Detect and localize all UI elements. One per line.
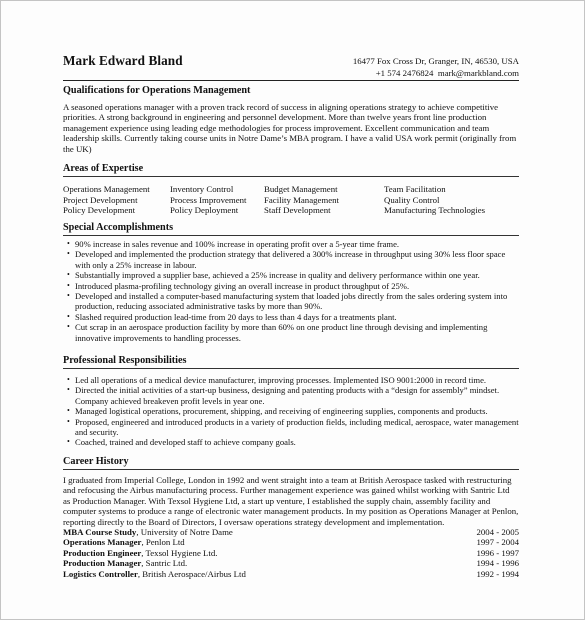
responsibilities-list: Led all operations of a medical device m…: [63, 375, 519, 448]
job-org: , Penlon Ltd: [141, 537, 185, 548]
job-years: 1997 - 2004: [476, 537, 519, 548]
expertise-column: Inventory Control Process Improvement Po…: [170, 184, 246, 216]
expertise-item: Manufacturing Technologies: [384, 205, 486, 215]
list-item: Developed and installed a computer-based…: [63, 291, 519, 312]
phone-email-line: +1 574 2476824 mark@markbland.com: [353, 67, 519, 79]
job-row: Production Manager, Santric Ltd. 1994 - …: [63, 558, 519, 568]
expertise-item: Facility Management: [264, 194, 339, 205]
section-heading-expertise: Areas of Expertise: [63, 163, 519, 177]
phone: +1 574 2476824: [375, 68, 434, 78]
list-item: Substantially improved a supplier base, …: [63, 270, 519, 281]
qualifications-summary: A seasoned operations manager with a pro…: [63, 102, 517, 154]
expertise-item: Project Development: [63, 194, 138, 205]
qualifications-title: Qualifications for Operations Management: [63, 85, 251, 96]
job-role: MBA Course Study: [63, 527, 137, 537]
job-org: , University of Notre Dame: [136, 527, 233, 537]
job-years: 1996 - 1997: [476, 547, 519, 558]
section-heading-career: Career History: [63, 456, 519, 470]
list-item: Managed logistical operations, procureme…: [63, 406, 519, 417]
job-org: , Santric Ltd.: [141, 558, 188, 569]
expertise-item: Process Improvement: [170, 194, 247, 205]
job-row: Operations Manager, Penlon Ltd 1997 - 20…: [63, 537, 519, 547]
list-item: Introduced plasma-profiling technology g…: [63, 281, 519, 292]
list-item: 90% increase in sales revenue and 100% i…: [63, 239, 519, 250]
job-role: Production Engineer: [63, 547, 142, 558]
job-list: MBA Course Study, University of Notre Da…: [63, 527, 519, 579]
expertise-item: Policy Deployment: [170, 205, 239, 215]
job-org: , British Aerospace/Airbus Ltd: [137, 568, 246, 579]
list-item: Cut scrap in an aerospace production fac…: [63, 322, 519, 343]
expertise-column: Team Facilitation Quality Control Manufa…: [384, 184, 485, 216]
expertise-item: Budget Management: [264, 184, 338, 194]
section-heading-responsibilities: Professional Responsibilities: [63, 355, 519, 369]
expertise-column: Operations Management Project Developmen…: [63, 184, 150, 216]
expertise-item: Staff Development: [264, 205, 331, 215]
accomplishments-list: 90% increase in sales revenue and 100% i…: [63, 239, 519, 343]
career-summary: I graduated from Imperial College, Londo…: [63, 475, 519, 527]
expertise-item: Inventory Control: [170, 184, 234, 194]
expertise-item: Team Facilitation: [384, 184, 446, 194]
list-item: Developed and implemented the production…: [63, 249, 519, 270]
candidate-name: Mark Edward Bland: [63, 53, 183, 68]
email-link[interactable]: mark@markbland.com: [438, 68, 519, 78]
job-years: 2004 - 2005: [476, 527, 519, 537]
list-item: Directed the initial activities of a sta…: [63, 385, 519, 406]
expertise-item: Operations Management: [63, 184, 150, 194]
job-role: Operations Manager: [63, 537, 142, 548]
job-org: , Texsol Hygiene Ltd.: [141, 547, 218, 558]
job-row: MBA Course Study, University of Notre Da…: [63, 527, 519, 537]
job-years: 1994 - 1996: [476, 558, 519, 569]
list-item: Led all operations of a medical device m…: [63, 375, 519, 386]
contact-block: 16477 Fox Cross Dr, Granger, IN, 46530, …: [353, 55, 519, 79]
job-role: Production Manager: [63, 558, 142, 569]
list-item: Proposed, engineered and introduced prod…: [63, 417, 519, 438]
job-role: Logistics Controller: [63, 568, 138, 579]
resume-page: Mark Edward Bland 16477 Fox Cross Dr, Gr…: [0, 0, 585, 620]
address: 16477 Fox Cross Dr, Granger, IN, 46530, …: [352, 56, 519, 66]
expertise-item: Policy Development: [63, 205, 136, 215]
expertise-item: Quality Control: [384, 194, 440, 205]
job-years: 1992 - 1994: [476, 568, 519, 579]
list-item: Slashed required production lead-time fr…: [63, 312, 519, 323]
resume-header: Mark Edward Bland 16477 Fox Cross Dr, Gr…: [63, 53, 519, 81]
section-heading-accomplishments: Special Accomplishments: [63, 222, 519, 236]
job-row: Logistics Controller, British Aerospace/…: [63, 569, 519, 579]
expertise-column: Budget Management Facility Management St…: [264, 184, 339, 216]
list-item: Coached, trained and developed staff to …: [63, 437, 519, 448]
job-row: Production Engineer, Texsol Hygiene Ltd.…: [63, 548, 519, 558]
